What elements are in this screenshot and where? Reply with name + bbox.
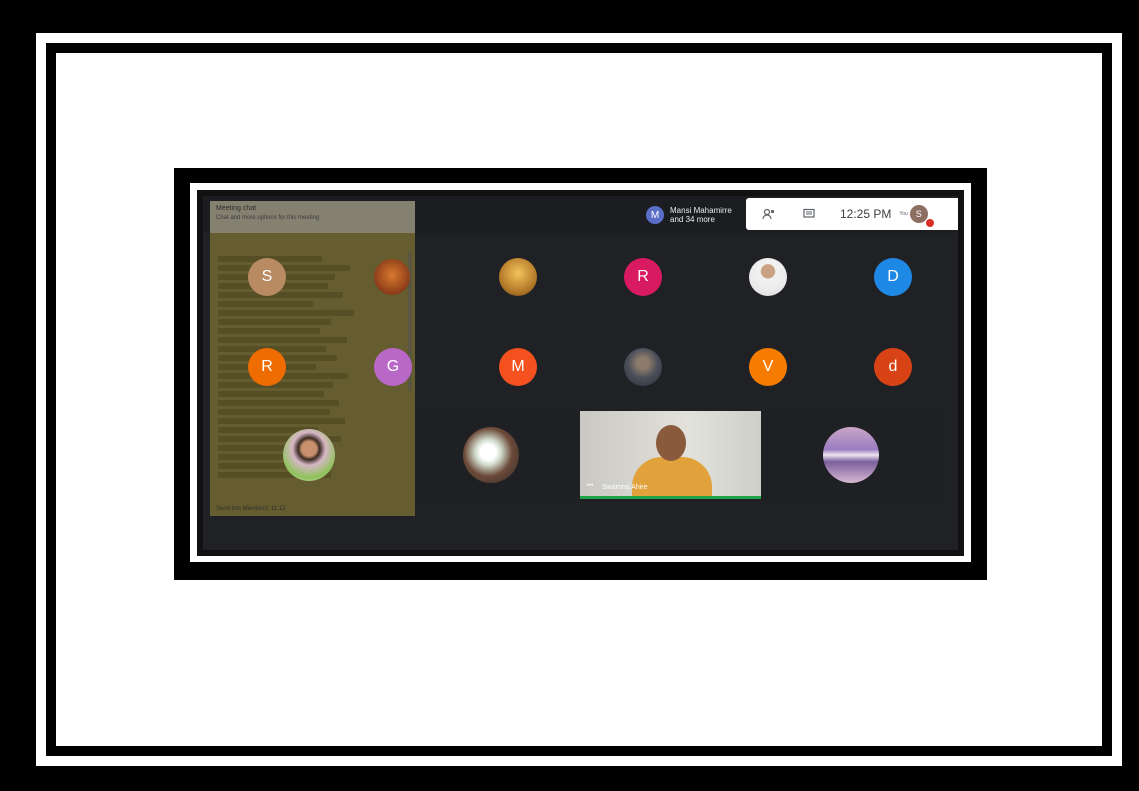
chat-header: Meeting chat Chat and more options for t… <box>210 201 415 233</box>
list-item <box>218 391 324 397</box>
participant-tile[interactable]: D <box>874 258 912 296</box>
participant-tile[interactable]: V <box>749 348 787 386</box>
list-item <box>218 337 347 343</box>
speaking-indicator <box>580 496 761 499</box>
participant-photo[interactable] <box>463 427 519 483</box>
participant-photo[interactable] <box>374 259 410 295</box>
list-item <box>218 292 343 298</box>
clock-time: 12:25 PM <box>840 207 892 221</box>
list-item <box>218 418 345 424</box>
chat-footer: Send this Members: 11:12 <box>216 506 286 512</box>
participant-tile[interactable]: R <box>624 258 662 296</box>
audio-indicator-icon: ••• <box>587 483 594 489</box>
participant-photo[interactable] <box>749 258 787 296</box>
participant-tile[interactable]: R <box>248 348 286 386</box>
meeting-window: M Mansi Mahamirre and 34 more 12:25 PM Y… <box>203 196 958 550</box>
presenter-label: Mansi Mahamirre and 34 more <box>670 206 732 224</box>
participant-photo[interactable] <box>823 427 879 483</box>
presenter-pill[interactable]: M Mansi Mahamirre and 34 more <box>646 202 746 228</box>
participant-photo[interactable] <box>624 348 662 386</box>
chat-icon[interactable] <box>800 205 818 223</box>
self-avatar[interactable]: S <box>909 205 934 227</box>
list-item <box>218 328 321 334</box>
participant-tile[interactable]: S <box>248 258 286 296</box>
list-item <box>218 319 332 325</box>
participant-tile[interactable]: M <box>499 348 537 386</box>
toolbar-panel: 12:25 PM You S <box>746 198 958 230</box>
people-icon[interactable] <box>760 205 778 223</box>
list-item <box>218 400 339 406</box>
avatar: M <box>646 206 664 224</box>
notification-badge <box>925 219 934 227</box>
participant-tile[interactable]: G <box>374 348 412 386</box>
list-item <box>218 301 313 307</box>
chat-title: Meeting chat <box>216 205 257 212</box>
active-speaker-video[interactable]: ••• Swarnraj Ahire <box>580 411 761 499</box>
speaker-name: Swarnraj Ahire <box>602 484 648 491</box>
participant-photo[interactable] <box>283 429 335 481</box>
participant-tile[interactable]: d <box>874 348 912 386</box>
list-item <box>218 409 330 415</box>
chat-subtitle: Chat and more options for this meeting <box>216 215 320 221</box>
list-item <box>218 310 355 316</box>
you-label: You <box>899 211 908 217</box>
participant-photo[interactable] <box>499 258 537 296</box>
